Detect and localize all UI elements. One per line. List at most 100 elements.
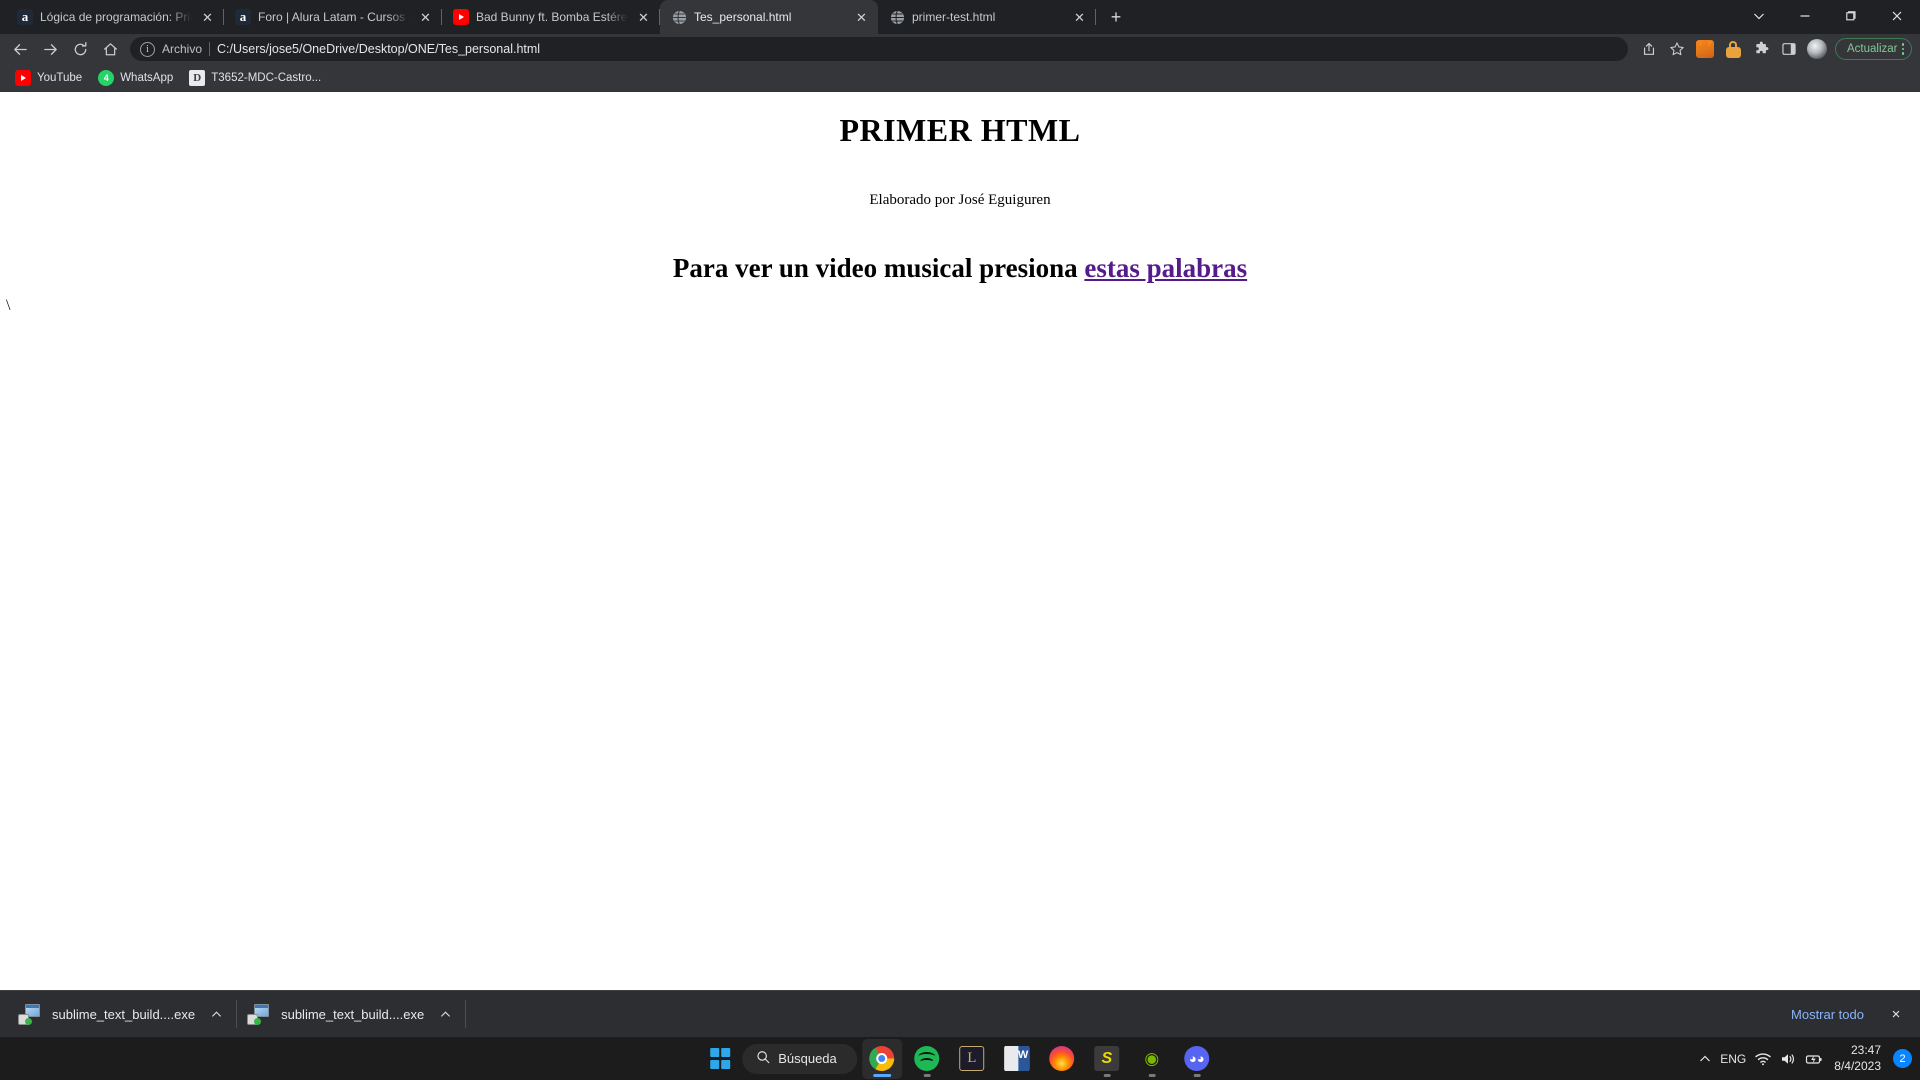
back-icon[interactable]: [6, 35, 34, 63]
alura-icon: a: [235, 9, 251, 25]
new-tab-button[interactable]: +: [1102, 3, 1130, 31]
league-of-legends-icon: L: [959, 1046, 985, 1071]
chevron-up-icon[interactable]: [1699, 1053, 1711, 1065]
metamask-extension-icon[interactable]: [1692, 36, 1718, 62]
stray-text: \: [6, 297, 11, 314]
forward-icon[interactable]: [36, 35, 64, 63]
taskbar-app-sublime-text[interactable]: S: [1087, 1039, 1127, 1079]
language-indicator[interactable]: ENG: [1720, 1052, 1746, 1066]
installer-icon: [247, 1003, 270, 1025]
browser-tab-0[interactable]: a Lógica de programación: Primero ✕: [6, 0, 224, 34]
address-bar[interactable]: i Archivo C:/Users/jose5/OneDrive/Deskto…: [130, 37, 1628, 61]
chrome-menu-icon[interactable]: [1901, 43, 1904, 55]
spotify-icon: [914, 1046, 940, 1071]
close-downloads-bar-icon[interactable]: ×: [1882, 1000, 1910, 1028]
url-scheme-label: Archivo: [162, 42, 203, 56]
browser-tab-title: Tes_personal.html: [694, 10, 792, 24]
taskbar-app-word[interactable]: W: [997, 1039, 1037, 1079]
close-icon[interactable]: [1874, 0, 1920, 32]
tab-close-icon[interactable]: ✕: [417, 9, 434, 26]
download-item-0[interactable]: sublime_text_build....exe: [8, 995, 238, 1033]
bookmark-star-icon[interactable]: [1664, 36, 1690, 62]
download-filename: sublime_text_build....exe: [281, 1006, 425, 1022]
browser-tab-title: Bad Bunny ft. Bomba Estéreo - O: [476, 10, 628, 24]
bookmark-document[interactable]: D T3652-MDC-Castro...: [182, 67, 328, 89]
page-cta-heading: Para ver un video musical presiona estas…: [0, 253, 1920, 284]
browser-tab-strip: a Lógica de programación: Primero ✕ a Fo…: [0, 0, 1920, 34]
taskbar-app-chrome[interactable]: [861, 1038, 902, 1079]
sublime-text-icon: S: [1094, 1046, 1120, 1071]
installer-icon: [18, 1003, 40, 1025]
windows-taskbar: Búsqueda L W S ◉ ◕◕ ENG 23:47 8/4/2023 2: [0, 1037, 1920, 1080]
chrome-icon: [869, 1046, 895, 1071]
page-viewport: \ PRIMER HTML Elaborado por José Eguigur…: [0, 92, 1920, 990]
browser-tab-title: Lógica de programación: Primero: [40, 10, 192, 24]
bookmark-youtube[interactable]: YouTube: [8, 67, 89, 89]
whatsapp-icon: 4: [98, 70, 115, 86]
bookmarks-bar: YouTube 4 WhatsApp D T3652-MDC-Castro...: [0, 64, 1920, 92]
page-title: PRIMER HTML: [839, 112, 1081, 148]
clock-date: 8/4/2023: [1834, 1058, 1881, 1073]
browser-tab-4[interactable]: primer-test.html ✕: [878, 0, 1096, 34]
start-icon[interactable]: [703, 1042, 737, 1076]
download-filename: sublime_text_build....exe: [52, 1006, 196, 1022]
bookmark-label: T3652-MDC-Castro...: [211, 72, 322, 84]
tab-close-icon[interactable]: ✕: [635, 9, 652, 26]
battery-icon[interactable]: [1805, 1052, 1823, 1066]
omnibox-divider: [209, 42, 211, 56]
youtube-icon: [15, 70, 31, 86]
clock[interactable]: 23:47 8/4/2023: [1834, 1043, 1881, 1074]
page-byline: Elaborado por José Eguiguren: [869, 192, 1051, 208]
show-all-downloads-link[interactable]: Mostrar todo: [1779, 1001, 1876, 1028]
side-panel-icon[interactable]: [1776, 36, 1802, 62]
bookmark-label: YouTube: [37, 72, 83, 84]
page-info-icon[interactable]: i: [140, 41, 155, 57]
minimize-icon[interactable]: [1782, 0, 1828, 32]
profile-avatar[interactable]: [1804, 36, 1830, 62]
notification-badge[interactable]: 2: [1893, 1049, 1912, 1068]
chevron-up-icon[interactable]: [207, 1005, 225, 1023]
browser-tab-3-active[interactable]: Tes_personal.html ✕: [660, 0, 878, 34]
update-button-label: Actualizar: [1847, 43, 1898, 55]
volume-icon[interactable]: [1780, 1052, 1796, 1066]
reload-icon[interactable]: [66, 35, 94, 63]
taskbar-app-league-of-legends[interactable]: L: [952, 1039, 992, 1079]
tab-close-icon[interactable]: ✕: [1071, 9, 1088, 26]
youtube-icon: [453, 9, 469, 25]
bookmark-label: WhatsApp: [120, 72, 174, 84]
window-controls: [1736, 0, 1920, 32]
cta-text: Para ver un video musical presiona: [672, 253, 1085, 283]
firefox-icon: [1049, 1046, 1075, 1071]
nvidia-icon: ◉: [1139, 1046, 1165, 1071]
chevron-up-icon[interactable]: [436, 1005, 454, 1023]
maximize-icon[interactable]: [1828, 0, 1874, 32]
browser-toolbar: i Archivo C:/Users/jose5/OneDrive/Deskto…: [0, 34, 1920, 64]
taskbar-search-box[interactable]: Búsqueda: [742, 1043, 857, 1074]
taskbar-app-discord[interactable]: ◕◕: [1177, 1039, 1217, 1079]
download-item-1[interactable]: sublime_text_build....exe: [237, 995, 467, 1033]
discord-icon: ◕◕: [1184, 1046, 1210, 1071]
taskbar-app-firefox[interactable]: [1042, 1039, 1082, 1079]
tab-close-icon[interactable]: ✕: [853, 9, 870, 26]
video-link[interactable]: estas palabras: [1084, 253, 1247, 283]
taskbar-center-group: Búsqueda L W S ◉ ◕◕: [703, 1037, 1217, 1080]
browser-tab-title: Foro | Alura Latam - Cursos onlin: [258, 10, 410, 24]
taskbar-app-spotify[interactable]: [907, 1039, 947, 1079]
globe-icon: [889, 9, 905, 25]
system-tray: ENG 23:47 8/4/2023 2: [1699, 1043, 1912, 1074]
browser-tab-1[interactable]: a Foro | Alura Latam - Cursos onlin ✕: [224, 0, 442, 34]
password-lock-extension-icon[interactable]: [1720, 36, 1746, 62]
browser-tab-2[interactable]: Bad Bunny ft. Bomba Estéreo - O ✕: [442, 0, 660, 34]
browser-tab-title: primer-test.html: [912, 10, 996, 24]
share-icon[interactable]: [1636, 36, 1662, 62]
home-icon[interactable]: [96, 35, 124, 63]
wifi-icon[interactable]: [1755, 1052, 1771, 1066]
update-browser-button[interactable]: Actualizar: [1835, 38, 1912, 60]
downloads-bar: sublime_text_build....exe sublime_text_b…: [0, 990, 1920, 1037]
extensions-puzzle-icon[interactable]: [1748, 36, 1774, 62]
taskbar-app-nvidia[interactable]: ◉: [1132, 1039, 1172, 1079]
tab-close-icon[interactable]: ✕: [199, 9, 216, 26]
bookmark-whatsapp[interactable]: 4 WhatsApp: [91, 67, 180, 89]
tab-search-icon[interactable]: [1736, 0, 1782, 32]
alura-icon: a: [17, 9, 33, 25]
